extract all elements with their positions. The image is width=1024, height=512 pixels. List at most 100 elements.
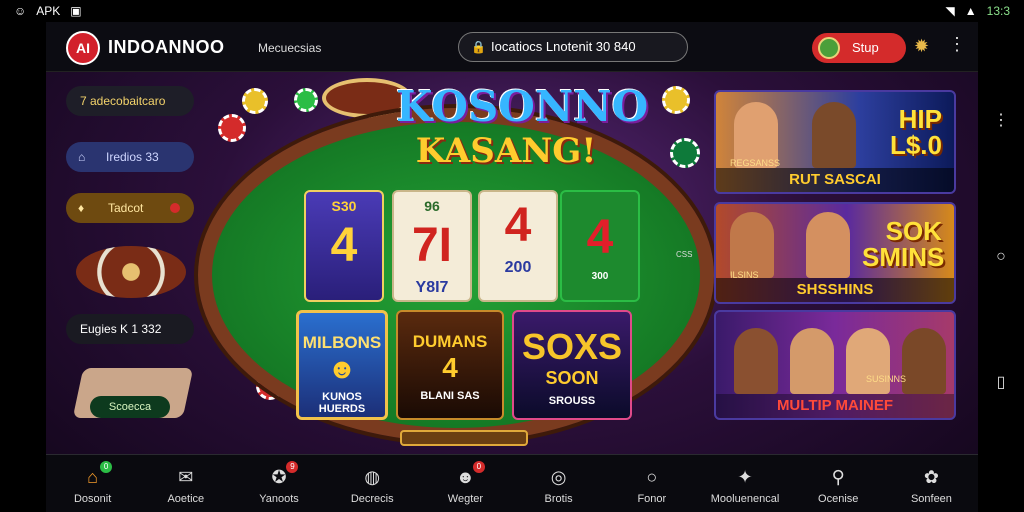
banner-person-image xyxy=(846,328,890,394)
chip-icon xyxy=(670,138,700,168)
title-line-1: KOSONNO xyxy=(396,82,649,131)
globe-icon: ◍ xyxy=(364,467,381,487)
nav-item-5[interactable]: ◎ Brotis xyxy=(512,455,605,512)
magnifier-icon: ⚲ xyxy=(831,467,845,487)
search-icon: ○ xyxy=(646,467,658,487)
nav-badge: 0 xyxy=(100,461,113,473)
brand-tagline: Mecuecsias xyxy=(258,41,322,55)
nav-label: Mooluenencal xyxy=(710,493,780,505)
game-tile-2-title: DUMANS xyxy=(412,332,488,351)
home-button-icon[interactable]: ○ xyxy=(992,248,1010,266)
brand-logo[interactable]: AI xyxy=(66,31,100,65)
promo-banner-2-big: SOK SMINS xyxy=(862,216,945,272)
joystick-icon: ✦ xyxy=(737,467,753,487)
nav-item-6[interactable]: ○ Fonor xyxy=(605,455,698,512)
promo-banner-2-title: SHSSHINS xyxy=(716,278,954,302)
roulette-wheel[interactable] xyxy=(76,246,186,298)
nav-label: Decrecis xyxy=(350,493,394,505)
game-tile-3-footer: SROUSS xyxy=(548,395,596,407)
app-mini-icon: ▣ xyxy=(70,4,82,18)
slot-card-4[interactable]: 4 300 xyxy=(560,190,640,302)
nav-label: Brotis xyxy=(544,493,573,505)
slot-card-4-num: 4 xyxy=(586,211,614,264)
nav-label: Fonor xyxy=(637,493,667,505)
settings-gear-icon[interactable]: ✹ xyxy=(914,36,929,57)
skull-icon: ☻ xyxy=(327,353,357,384)
promo-pill-3[interactable]: ♦ Tadcot xyxy=(66,193,194,223)
game-tile-1-footer: KUNOS HUERDS xyxy=(318,391,366,415)
promo-banner-1-small: REGSANSS xyxy=(730,158,781,168)
banner-person-image xyxy=(734,328,778,394)
top-bar: AI INDOANNOO Mecuecsias 🔒 Iocatiocs Lnot… xyxy=(46,22,978,72)
nav-label: Aoetice xyxy=(167,493,205,505)
game-tile-2[interactable]: DUMANS 4 BLANI SAS xyxy=(396,310,504,420)
nav-item-7[interactable]: ✦ Mooluenencal xyxy=(698,455,791,512)
wifi-icon: ◥ xyxy=(945,4,955,18)
banner-person-image xyxy=(790,328,834,394)
slot-card-4-bottom: 300 xyxy=(591,271,609,282)
slot-card-2-bottom: Y8I7 xyxy=(415,279,449,296)
slot-card-3-bottom: 200 xyxy=(504,259,532,276)
nav-item-4[interactable]: ☻ 0 Wegter xyxy=(419,455,512,512)
chat-icon: ✉ xyxy=(178,467,194,487)
slot-card-1[interactable]: S30 4 xyxy=(304,190,384,302)
nav-item-1[interactable]: ✉ Aoetice xyxy=(139,455,232,512)
nav-label: Sonfeen xyxy=(910,493,952,505)
search-value: Iocatiocs Lnotenit 30 840 xyxy=(491,39,636,54)
nav-item-0[interactable]: ⌂ 0 Dosonit xyxy=(46,455,139,512)
game-tile-3[interactable]: SOXS SOON SROUSS xyxy=(512,310,632,420)
title-line-2: KASANG! xyxy=(415,131,597,171)
casino-app: AI INDOANNOO Mecuecsias 🔒 Iocatiocs Lnot… xyxy=(46,22,978,512)
nav-badge: 9 xyxy=(286,461,299,473)
slot-card-3[interactable]: 4 200 xyxy=(478,190,558,302)
nav-item-2[interactable]: ✪ 9 Yanoots xyxy=(232,455,325,512)
menu-kebab-icon[interactable]: ⋮ xyxy=(948,34,966,55)
slot-card-1-num: 4 xyxy=(330,219,358,272)
promo-banner-3-title: MULTIP MAINEF xyxy=(716,394,954,418)
promo-banner-2[interactable]: SOK SMINS ILSINS SHSSHINS xyxy=(714,202,956,304)
slot-card-2-top: 96 xyxy=(424,198,440,214)
promo-pill-4[interactable]: Eugies K 1 332 xyxy=(66,314,194,344)
nav-item-9[interactable]: ✿ Sonfeen xyxy=(885,455,978,512)
promo-banner-1-big: HIP L$.0 xyxy=(889,104,942,160)
slot-card-2-num: 7I xyxy=(411,219,453,272)
slot-card-2[interactable]: 96 7I Y8I7 xyxy=(392,190,472,302)
chip-icon xyxy=(218,114,246,142)
game-tile-3-mid: SOON xyxy=(545,368,599,388)
signup-button[interactable]: Stup xyxy=(812,33,906,63)
nav-item-3[interactable]: ◍ Decrecis xyxy=(326,455,419,512)
nav-label: Ocenise xyxy=(818,493,859,505)
more-icon[interactable]: ⋮ xyxy=(992,112,1010,130)
banner-person-image xyxy=(812,102,856,168)
chip-icon xyxy=(662,86,690,114)
nav-label: Dosonit xyxy=(73,493,112,505)
table-tray xyxy=(400,430,528,446)
promo-pill-1[interactable]: 7 adecobaitcaro xyxy=(66,86,194,116)
banner-person-image xyxy=(902,328,946,394)
recents-button-icon[interactable]: ▯ xyxy=(992,374,1010,392)
nav-item-8[interactable]: ⚲ Ocenise xyxy=(792,455,885,512)
slot-card-1-top: S30 xyxy=(331,198,357,214)
banner-person-image xyxy=(730,212,774,278)
promo-pill-3-label: Tadcot xyxy=(108,201,144,215)
banner-person-image xyxy=(806,212,850,278)
chip-icon xyxy=(242,88,268,114)
nav-label: Wegter xyxy=(447,493,484,505)
table-side-label: CSS xyxy=(676,250,693,259)
promo-pill-2[interactable]: ⌂ Iredios 33 xyxy=(66,142,194,172)
promo-banner-1[interactable]: HIP L$.0 REGSANSS RUT SASCAI xyxy=(714,90,956,194)
nav-label: Yanoots xyxy=(259,493,299,505)
notification-icon: ☺ xyxy=(14,4,27,18)
game-tile-1[interactable]: MILBONS ☻ KUNOS HUERDS xyxy=(296,310,388,420)
chip-icon xyxy=(294,88,318,112)
status-bar: ☺ APK ▣ ◥ ▲ 13:3 xyxy=(0,0,1024,22)
deposit-chip[interactable]: Scoecca xyxy=(90,396,170,418)
signup-label: Stup xyxy=(852,40,879,55)
lock-icon: 🔒 xyxy=(471,40,486,54)
search-input[interactable]: 🔒 Iocatiocs Lnotenit 30 840 xyxy=(458,32,688,62)
house-icon: ⌂ xyxy=(78,150,86,164)
status-app-label: APK xyxy=(36,4,61,18)
game-tile-2-footer: BLANI SAS xyxy=(420,390,480,402)
promo-banner-3[interactable]: SUSINNS MULTIP MAINEF xyxy=(714,310,956,420)
slot-card-3-num: 4 xyxy=(504,199,532,252)
